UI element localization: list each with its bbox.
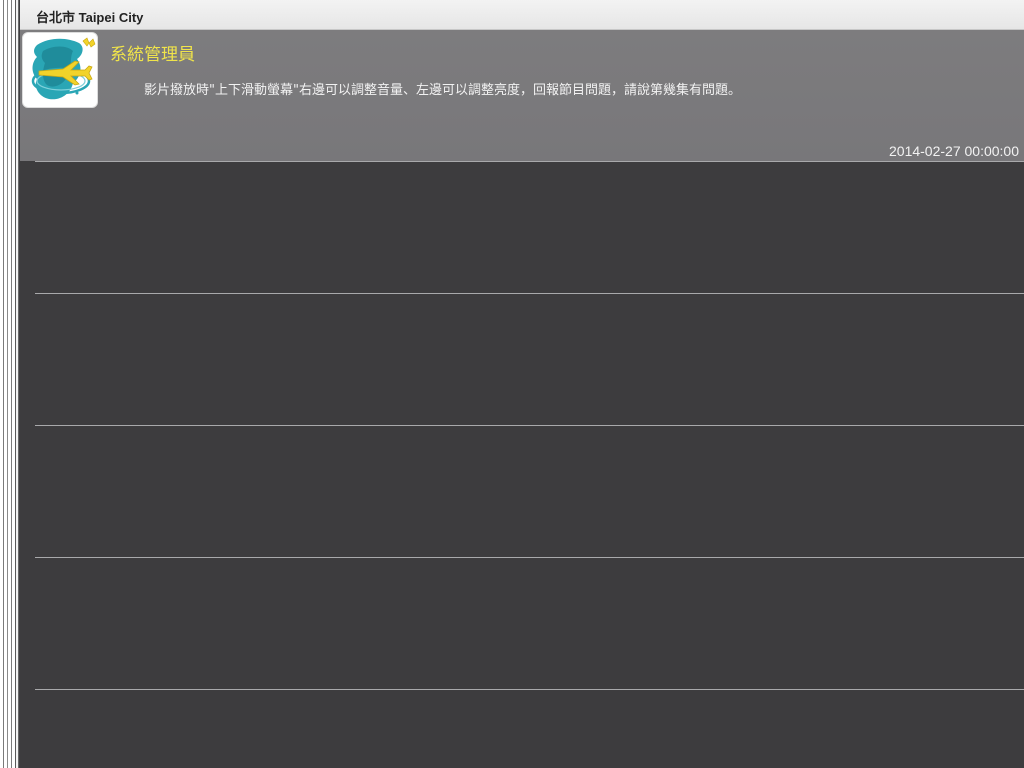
list-item[interactable]	[20, 294, 1024, 425]
list-item[interactable]	[20, 162, 1024, 293]
title-bar: 台北市 Taipei City	[20, 0, 1024, 30]
list-item[interactable]	[20, 426, 1024, 557]
list-item[interactable]	[20, 690, 1024, 768]
avatar	[22, 32, 98, 108]
app-screen: 台北市 Taipei City 系統管理員 影片撥放時"上下滑動螢幕"右邊可以調…	[0, 0, 1024, 768]
stacked-panel-edges	[0, 0, 20, 768]
author-name: 系統管理員	[110, 45, 195, 65]
list-item[interactable]	[20, 558, 1024, 689]
message-item[interactable]: 系統管理員 影片撥放時"上下滑動螢幕"右邊可以調整音量、左邊可以調整亮度，回報節…	[20, 30, 1024, 161]
page-title: 台北市 Taipei City	[36, 10, 144, 25]
message-list[interactable]: 系統管理員 影片撥放時"上下滑動螢幕"右邊可以調整音量、左邊可以調整亮度，回報節…	[20, 30, 1024, 768]
formosa-airplane-logo-icon	[31, 37, 96, 100]
message-timestamp: 2014-02-27 00:00:00	[889, 143, 1019, 159]
message-text: 影片撥放時"上下滑動螢幕"右邊可以調整音量、左邊可以調整亮度，回報節目問題，請說…	[144, 83, 741, 98]
